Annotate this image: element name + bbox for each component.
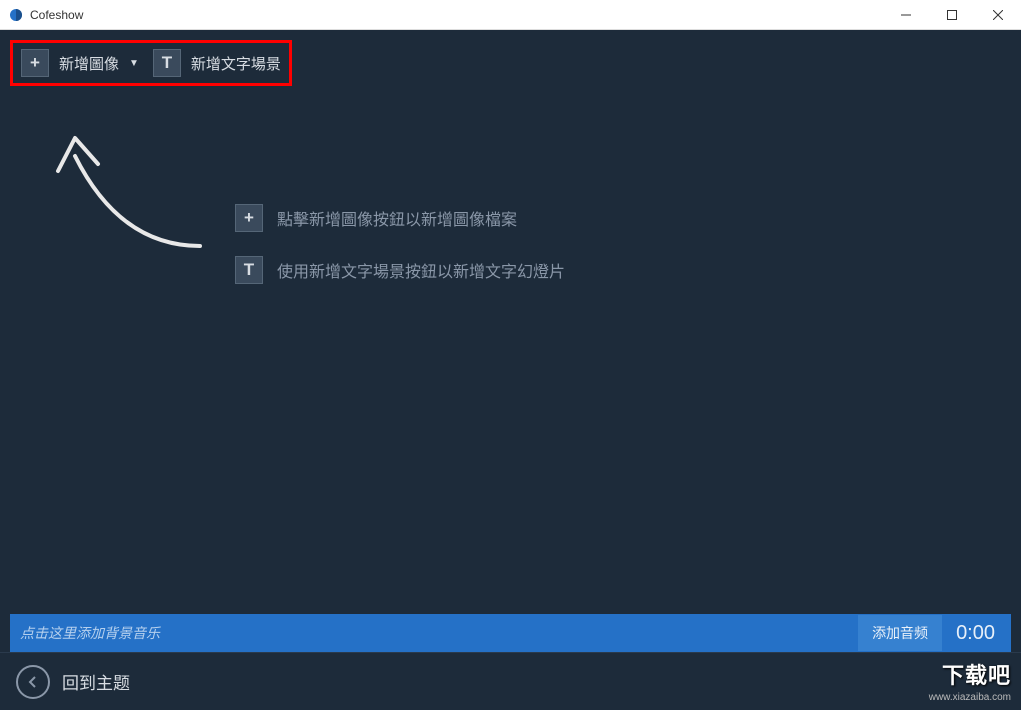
watermark-text: 下载吧 [929,662,1011,691]
plus-icon: + [235,204,263,232]
toolbar: + 新增圖像 ▼ T 新增文字場景 [0,30,1021,96]
watermark: 下载吧 www.xiazaiba.com [929,662,1011,704]
plus-icon: + [21,49,49,77]
text-icon: T [153,49,181,77]
audio-time: 0:00 [942,622,1009,645]
titlebar: Cofeshow [0,0,1021,30]
minimize-button[interactable] [883,0,929,30]
app-icon [8,7,24,23]
chevron-down-icon[interactable]: ▼ [129,58,139,69]
chevron-left-icon [26,675,40,689]
back-button[interactable] [16,665,50,699]
hint-area: + 點擊新增圖像按鈕以新增圖像檔案 T 使用新增文字場景按鈕以新增文字幻燈片 [235,204,565,308]
audio-bar[interactable]: 点击这里添加背景音乐 添加音频 0:00 [10,614,1011,652]
add-image-label: 新增圖像 [59,53,119,74]
watermark-url: www.xiazaiba.com [929,691,1011,704]
hint-arrow [30,116,230,316]
close-button[interactable] [975,0,1021,30]
add-text-scene-button[interactable]: T 新增文字場景 [153,49,281,77]
footer: 回到主题 下载吧 www.xiazaiba.com [0,652,1021,710]
hint-row-text: T 使用新增文字場景按鈕以新增文字幻燈片 [235,256,565,284]
app-title: Cofeshow [30,8,883,22]
audio-placeholder: 点击这里添加背景音乐 [20,623,160,643]
hint-row-image: + 點擊新增圖像按鈕以新增圖像檔案 [235,204,565,232]
hint-image-text: 點擊新增圖像按鈕以新增圖像檔案 [277,206,517,230]
add-audio-button[interactable]: 添加音频 [858,615,942,651]
text-icon: T [235,256,263,284]
add-image-button[interactable]: + 新增圖像 ▼ [21,49,139,77]
highlight-annotation: + 新增圖像 ▼ T 新增文字場景 [10,40,292,86]
hint-text-text: 使用新增文字場景按鈕以新增文字幻燈片 [277,258,565,282]
window-controls [883,0,1021,30]
back-label: 回到主题 [62,669,130,694]
main-canvas: + 點擊新增圖像按鈕以新增圖像檔案 T 使用新增文字場景按鈕以新增文字幻燈片 [0,96,1021,614]
maximize-button[interactable] [929,0,975,30]
add-text-scene-label: 新增文字場景 [191,53,281,74]
audio-controls: 添加音频 0:00 [858,615,1009,651]
